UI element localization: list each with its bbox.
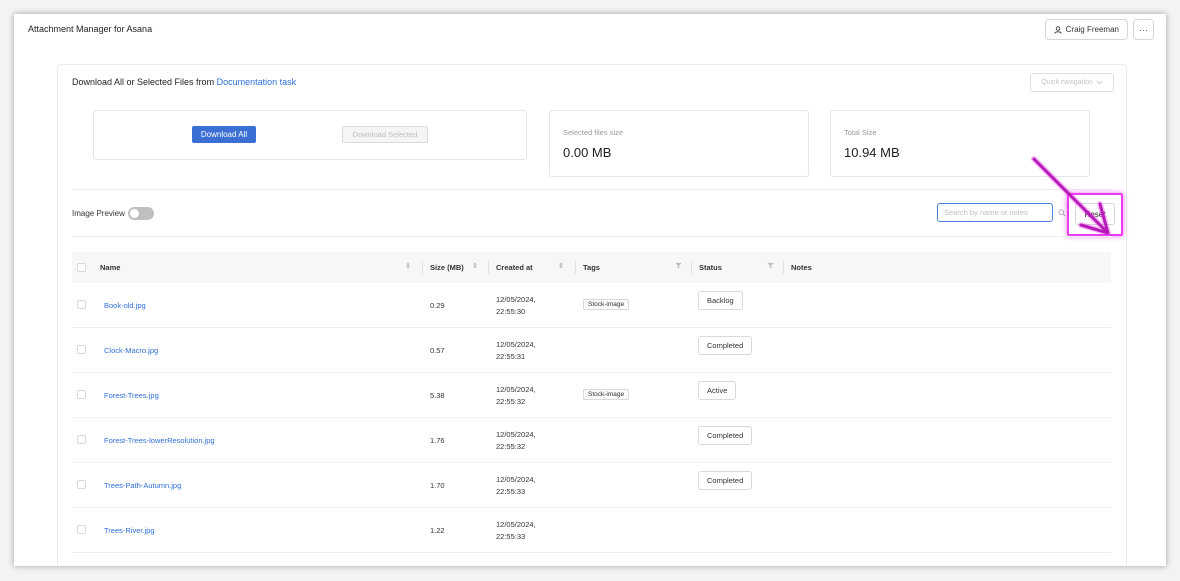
table-row[interactable]: Book-old.jpg 0.29 12/05/2024, 22:55:30 S… [72, 283, 1111, 328]
section-divider [72, 189, 1112, 190]
table-row[interactable]: Clock-Macro.jpg 0.57 12/05/2024, 22:55:3… [72, 328, 1111, 373]
table-row[interactable]: Trees-River.jpg 1.22 12/05/2024, 22:55:3… [72, 508, 1111, 553]
file-name-link[interactable]: Book-old.jpg [104, 301, 146, 310]
created-date: 12/05/2024, [496, 520, 536, 529]
column-separator [575, 261, 576, 274]
download-actions-box: Download All Download Selected [93, 110, 527, 160]
created-date: 12/05/2024, [496, 475, 536, 484]
user-name: Craig Freeman [1065, 25, 1119, 34]
quick-navigation-select[interactable]: Quick navigation [1030, 73, 1114, 92]
file-name-link[interactable]: Clock-Macro.jpg [104, 346, 158, 355]
download-card: Download All or Selected Files from Docu… [57, 64, 1127, 566]
sort-icon[interactable]: ⇕ [558, 262, 564, 270]
selected-size-box: Selected files size 0.00 MB [549, 110, 809, 177]
table-row[interactable]: Forest-Trees.jpg 5.38 12/05/2024, 22:55:… [72, 373, 1111, 418]
created-at: 12/05/2024, 22:55:33 [496, 519, 536, 543]
created-date: 12/05/2024, [496, 385, 536, 394]
table-row[interactable]: Forest-Trees-lowerResolution.jpg 1.76 12… [72, 418, 1111, 463]
table-header: Name ⇕ Size (MB) ⇕ Created at ⇕ Tags Sta… [72, 252, 1111, 283]
filter-icon[interactable] [675, 262, 682, 271]
row-checkbox[interactable] [77, 345, 86, 354]
created-at: 12/05/2024, 22:55:32 [496, 384, 536, 408]
created-at: 12/05/2024, 22:55:31 [496, 339, 536, 363]
table-row[interactable]: Trees-Path-Autumn.jpg 1.70 12/05/2024, 2… [72, 463, 1111, 508]
quick-navigation-label: Quick navigation [1041, 79, 1093, 86]
attachments-table: Name ⇕ Size (MB) ⇕ Created at ⇕ Tags Sta… [72, 252, 1111, 553]
row-checkbox[interactable] [77, 390, 86, 399]
ellipsis-icon: ··· [1139, 24, 1148, 35]
created-time: 22:55:31 [496, 352, 526, 361]
section-divider [72, 236, 1112, 237]
column-header-created[interactable]: Created at [496, 263, 533, 272]
created-at: 12/05/2024, 22:55:30 [496, 294, 536, 318]
more-options-button[interactable]: ··· [1133, 19, 1154, 40]
created-time: 22:55:30 [496, 307, 526, 316]
tag-badge: Stock-image [583, 299, 630, 310]
created-date: 12/05/2024, [496, 430, 536, 439]
created-time: 22:55:33 [496, 487, 526, 496]
annotation-arrow-icon [1031, 156, 1111, 236]
page-heading: Download All or Selected Files from Docu… [72, 77, 296, 87]
file-size: 1.76 [430, 436, 445, 445]
row-checkbox[interactable] [77, 300, 86, 309]
selected-size-value: 0.00 MB [563, 145, 612, 160]
sort-icon[interactable]: ⇕ [405, 262, 411, 270]
user-menu-button[interactable]: Craig Freeman [1044, 19, 1128, 40]
created-date: 12/05/2024, [496, 295, 536, 304]
column-header-name[interactable]: Name [100, 263, 120, 272]
column-separator [783, 261, 784, 274]
created-at: 12/05/2024, 22:55:32 [496, 429, 536, 453]
task-link[interactable]: Documentation task [217, 77, 297, 87]
file-name-link[interactable]: Forest-Trees.jpg [104, 391, 159, 400]
status-badge[interactable]: Completed [698, 426, 753, 445]
column-header-tags[interactable]: Tags [583, 263, 600, 272]
selected-size-label: Selected files size [563, 128, 624, 137]
column-header-notes: Notes [791, 263, 812, 272]
column-header-status[interactable]: Status [699, 263, 722, 272]
file-name-link[interactable]: Trees-Path-Autumn.jpg [104, 481, 181, 490]
tag-badge: Stock-image [583, 389, 630, 400]
app-window: Attachment Manager for Asana Craig Freem… [14, 14, 1166, 566]
column-separator [422, 261, 423, 274]
created-at: 12/05/2024, 22:55:33 [496, 474, 536, 498]
heading-text: Download All or Selected Files from [72, 77, 215, 87]
status-badge[interactable]: Completed [698, 336, 753, 355]
sort-icon[interactable]: ⇕ [472, 262, 478, 270]
file-size: 0.57 [430, 346, 445, 355]
column-separator [691, 261, 692, 274]
column-header-size[interactable]: Size (MB) [430, 263, 464, 272]
table-body: Book-old.jpg 0.29 12/05/2024, 22:55:30 S… [72, 283, 1111, 553]
created-time: 22:55:32 [496, 397, 526, 406]
file-size: 1.70 [430, 481, 445, 490]
status-badge[interactable]: Backlog [698, 291, 743, 310]
status-badge[interactable]: Completed [698, 471, 753, 490]
app-title: Attachment Manager for Asana [28, 24, 153, 34]
created-date: 12/05/2024, [496, 340, 536, 349]
download-all-button[interactable]: Download All [192, 126, 256, 143]
file-size: 0.29 [430, 301, 445, 310]
file-size: 1.22 [430, 526, 445, 535]
chevron-down-icon [1096, 80, 1103, 85]
image-preview-label: Image Preview [72, 209, 125, 218]
row-checkbox[interactable] [77, 480, 86, 489]
select-all-checkbox[interactable] [77, 263, 86, 272]
row-checkbox[interactable] [77, 435, 86, 444]
toggle-knob [130, 209, 139, 218]
file-name-link[interactable]: Forest-Trees-lowerResolution.jpg [104, 436, 215, 445]
created-time: 22:55:33 [496, 532, 526, 541]
total-size-value: 10.94 MB [844, 145, 900, 160]
created-time: 22:55:32 [496, 442, 526, 451]
image-preview-toggle[interactable] [128, 207, 154, 220]
filter-icon[interactable] [767, 262, 774, 271]
column-separator [488, 261, 489, 274]
status-badge[interactable]: Active [698, 381, 737, 400]
row-checkbox[interactable] [77, 525, 86, 534]
download-selected-button[interactable]: Download Selected [342, 126, 428, 143]
top-bar: Attachment Manager for Asana Craig Freem… [14, 14, 1166, 46]
total-size-label: Total Size [844, 128, 877, 137]
user-icon [1054, 25, 1062, 34]
file-name-link[interactable]: Trees-River.jpg [104, 526, 155, 535]
file-size: 5.38 [430, 391, 445, 400]
